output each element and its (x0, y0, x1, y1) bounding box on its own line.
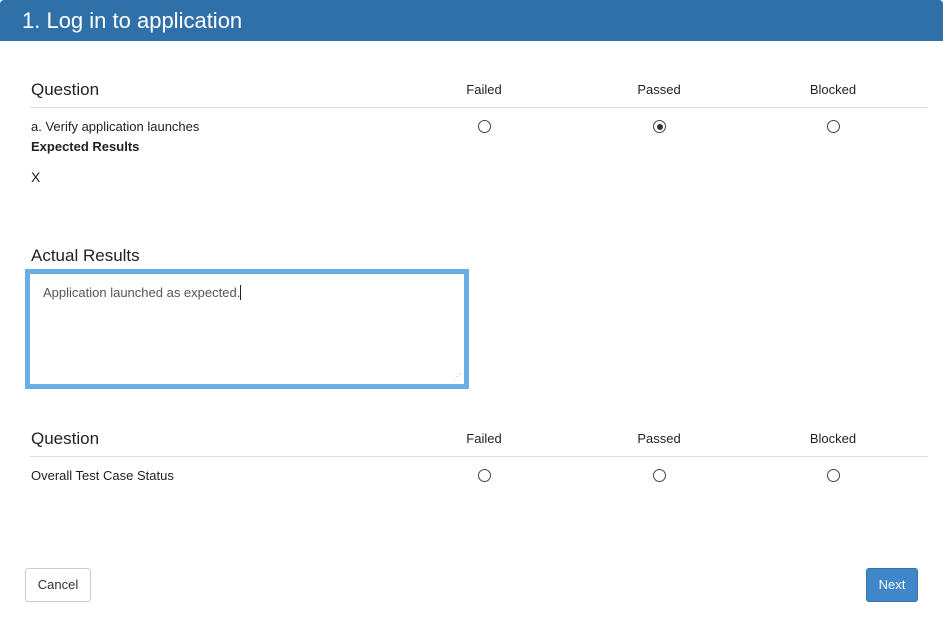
overall-radio-failed[interactable] (478, 469, 491, 482)
overall-radio-passed[interactable] (653, 469, 666, 482)
radio-passed[interactable] (653, 120, 666, 133)
actual-results-textarea[interactable]: Application launched as expected. ⋰ (25, 269, 469, 389)
question-item: a. Verify application launches (31, 119, 200, 134)
column-passed: Passed (637, 82, 681, 97)
page-header: 1. Log in to application (0, 0, 943, 41)
cancel-button[interactable]: Cancel (25, 568, 91, 602)
overall-radio-blocked[interactable] (827, 469, 840, 482)
column-failed: Failed (466, 82, 502, 97)
resize-grip-icon[interactable]: ⋰ (453, 372, 461, 381)
text-cursor (240, 285, 242, 300)
column-blocked-2: Blocked (809, 431, 857, 446)
column-failed-2: Failed (466, 431, 502, 446)
question-header-2: Question (31, 429, 100, 448)
column-passed-2: Passed (637, 431, 681, 446)
page-title: 1. Log in to application (22, 8, 243, 33)
divider (30, 107, 928, 108)
radio-blocked[interactable] (827, 120, 840, 133)
next-button[interactable]: Next (866, 568, 918, 602)
expected-results-label: Expected Results (31, 139, 140, 154)
overall-status-item: Overall Test Case Status (31, 468, 174, 483)
actual-results-text: Application launched as expected. (43, 285, 241, 300)
divider (30, 456, 928, 457)
question-header: Question (31, 80, 100, 99)
column-blocked: Blocked (809, 82, 857, 97)
radio-failed[interactable] (478, 120, 491, 133)
expected-results-value: X (31, 169, 41, 185)
actual-results-label: Actual Results (31, 246, 140, 265)
